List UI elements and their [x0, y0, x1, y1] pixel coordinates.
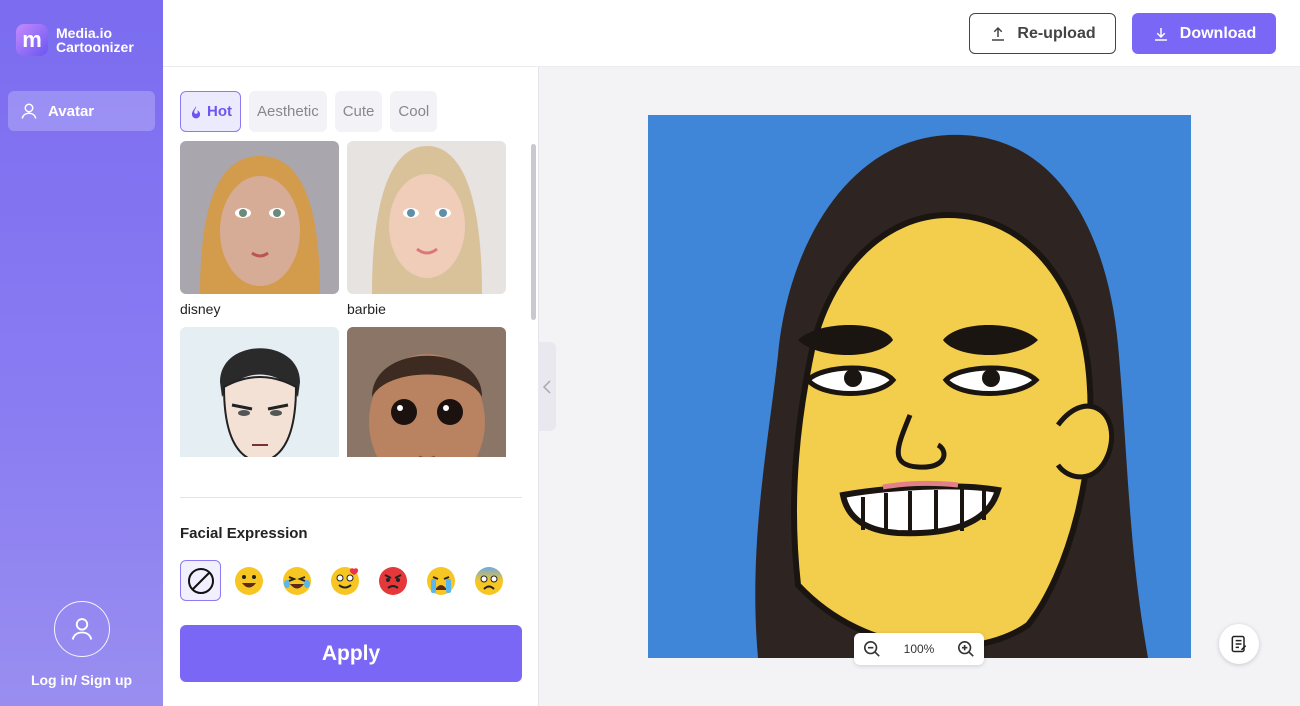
login-avatar[interactable] [54, 601, 110, 657]
style-card-barbie[interactable]: barbie [347, 141, 506, 317]
tab-cute[interactable]: Cute [334, 91, 383, 132]
style-panel: Hot Aesthetic Cute Cool disney barbie Fa… [163, 67, 539, 706]
zoom-in-button[interactable] [956, 639, 976, 659]
app-name: Media.io [56, 25, 113, 41]
facial-expression-title: Facial Expression [180, 525, 308, 542]
style-card-disney[interactable]: disney [180, 141, 339, 317]
style-label: barbie [347, 301, 386, 317]
zoom-controls: 100% [854, 633, 984, 665]
sidebar: m Media.io Cartoonizer Avatar Log in/ Si… [0, 0, 163, 706]
download-icon [1154, 27, 1167, 41]
style-thumbnail [347, 141, 506, 294]
app-subname: Cartoonizer [56, 39, 134, 55]
style-grid-scrollbar[interactable] [531, 144, 536, 320]
crying-emoji[interactable] [420, 560, 461, 601]
zoom-in-icon [957, 640, 974, 657]
zoom-out-button[interactable] [862, 639, 882, 659]
zoom-level: 100% [903, 642, 935, 656]
login-link[interactable]: Log in/ Sign up [0, 672, 163, 688]
none-icon[interactable] [180, 560, 221, 601]
style-card-3[interactable] [180, 327, 339, 457]
flame-icon [191, 105, 201, 118]
expression-options [180, 560, 509, 601]
style-tabs: Hot Aesthetic Cute Cool [180, 91, 438, 132]
user-icon [21, 103, 37, 119]
sidebar-item-label: Avatar [48, 102, 95, 120]
divider [180, 497, 522, 498]
feedback-button[interactable] [1219, 624, 1259, 664]
cartoon-preview-image [648, 115, 1191, 658]
tab-hot[interactable]: Hot [180, 91, 241, 132]
style-thumbnail [180, 327, 339, 457]
love-emoji[interactable] [324, 560, 365, 601]
shocked-emoji[interactable] [468, 560, 509, 601]
zoom-out-icon [863, 640, 880, 657]
user-icon [71, 618, 93, 640]
upload-icon [992, 26, 1005, 41]
app-logo[interactable]: m Media.io Cartoonizer [16, 24, 134, 56]
notes-icon [1231, 635, 1247, 653]
style-card-4[interactable] [347, 327, 506, 457]
style-label: disney [180, 301, 221, 317]
chevron-left-icon [542, 379, 551, 394]
tab-cool[interactable]: Cool [390, 91, 438, 132]
apply-button[interactable]: Apply [180, 625, 522, 682]
top-toolbar: Re-upload Download [163, 0, 1300, 67]
laughing-crying-emoji[interactable] [276, 560, 317, 601]
style-thumbnail [347, 327, 506, 457]
style-grid: disney barbie [180, 141, 510, 457]
reupload-button[interactable]: Re-upload [969, 13, 1116, 54]
sidebar-item-avatar[interactable]: Avatar [8, 91, 155, 131]
logo-mark: m [16, 24, 48, 56]
grin-emoji[interactable] [228, 560, 269, 601]
collapse-panel-handle[interactable] [538, 342, 556, 431]
download-button[interactable]: Download [1132, 13, 1276, 54]
style-thumbnail [180, 141, 339, 294]
tab-aesthetic[interactable]: Aesthetic [249, 91, 327, 132]
angry-emoji[interactable] [372, 560, 413, 601]
